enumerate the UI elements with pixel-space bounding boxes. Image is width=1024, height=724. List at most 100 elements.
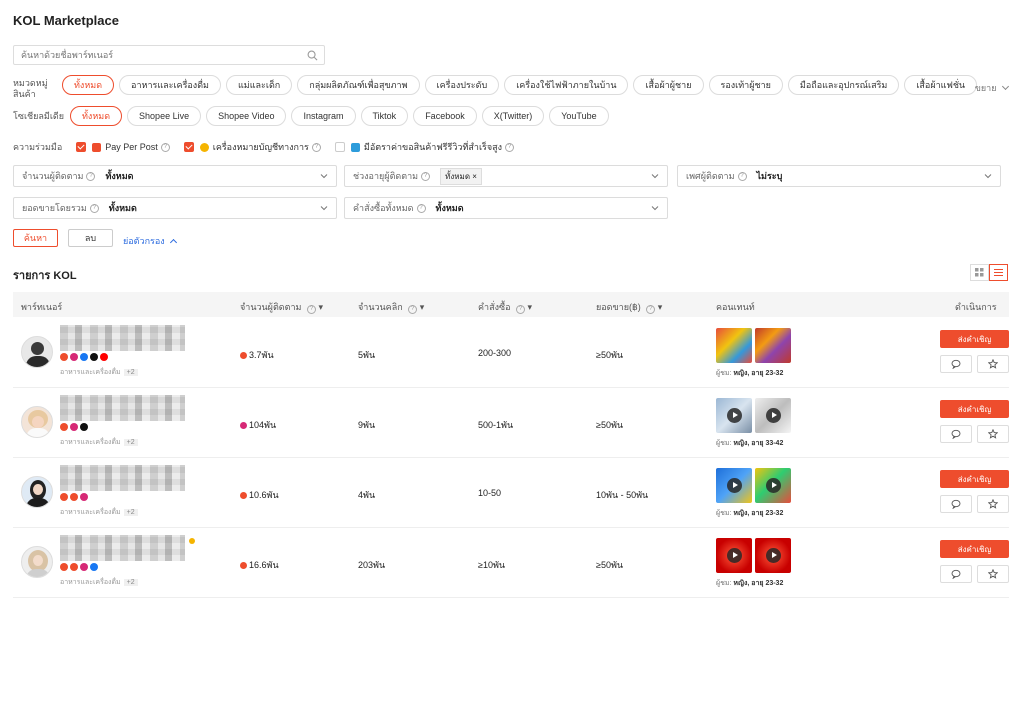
orders-filter[interactable]: คำสั่งซื้อทั้งหมด? ทั้งหมด bbox=[344, 197, 668, 219]
content-thumbnail[interactable] bbox=[755, 398, 791, 433]
search-input[interactable] bbox=[14, 46, 294, 64]
free-sample-icon bbox=[350, 142, 360, 152]
content-thumbnail[interactable] bbox=[716, 328, 752, 363]
free-sample-checkbox[interactable] bbox=[334, 142, 345, 152]
expand-categories[interactable]: ขยาย bbox=[975, 81, 1010, 95]
search-button[interactable]: ค้นหา bbox=[13, 229, 58, 247]
send-invite-button[interactable]: ส่งคำเชิญ bbox=[940, 330, 1009, 348]
search-icon[interactable] bbox=[307, 50, 318, 61]
favorite-button[interactable] bbox=[977, 495, 1009, 513]
social-instagram[interactable]: Instagram bbox=[291, 106, 356, 126]
social-shopee-live[interactable]: Shopee Live bbox=[127, 106, 202, 126]
chevron-down-icon bbox=[984, 174, 992, 179]
category-jewelry[interactable]: เครื่องประดับ bbox=[424, 75, 500, 95]
help-icon[interactable]: ? bbox=[646, 305, 656, 314]
header-label: จำนวนผู้ติดตาม bbox=[240, 302, 302, 312]
sort-icon[interactable]: ▾ bbox=[528, 302, 533, 312]
play-icon bbox=[727, 408, 742, 423]
partner-name-redacted bbox=[60, 395, 185, 421]
followers-value: 3.7พัน bbox=[249, 350, 274, 360]
social-all[interactable]: ทั้งหมด bbox=[70, 106, 123, 126]
partner-category: อาหารและเครื่องดื่ม +2 bbox=[60, 437, 138, 448]
category-mom-baby[interactable]: แม่และเด็ก bbox=[225, 75, 293, 95]
grid-view-icon[interactable] bbox=[970, 264, 989, 281]
social-youtube[interactable]: YouTube bbox=[549, 106, 609, 126]
category-health[interactable]: กลุ่มผลิตภัณฑ์เพื่อสุขภาพ bbox=[297, 75, 420, 95]
help-icon[interactable]: ? bbox=[416, 203, 426, 213]
social-twitter[interactable]: X(Twitter) bbox=[481, 106, 545, 126]
close-icon[interactable]: × bbox=[472, 172, 477, 181]
help-icon[interactable]: ? bbox=[160, 142, 170, 152]
social-tiktok[interactable]: Tiktok bbox=[360, 106, 409, 126]
send-invite-button[interactable]: ส่งคำเชิญ bbox=[940, 400, 1009, 418]
clear-button[interactable]: ลบ bbox=[68, 229, 113, 247]
content-thumbnail[interactable] bbox=[755, 538, 791, 573]
filter-label: เพศผู้ติดตาม bbox=[686, 171, 735, 181]
avatar[interactable] bbox=[21, 546, 53, 578]
pay-per-post-checkbox[interactable] bbox=[76, 142, 87, 152]
category-appliances[interactable]: เครื่องใช้ไฟฟ้าภายในบ้าน bbox=[504, 75, 629, 95]
official-badge-icon bbox=[199, 142, 209, 152]
header-sales[interactable]: ยอดขาย(฿) ? ▾ bbox=[596, 300, 662, 314]
content-thumbnail[interactable] bbox=[716, 538, 752, 573]
social-shopee-video[interactable]: Shopee Video bbox=[206, 106, 287, 126]
category-label: หมวดหมู่สินค้า bbox=[13, 78, 48, 99]
chat-button[interactable] bbox=[940, 355, 972, 373]
sort-icon[interactable]: ▾ bbox=[420, 302, 425, 312]
collapse-label: ย่อตัวกรอง bbox=[123, 236, 165, 246]
age-filter[interactable]: ช่วงอายุผู้ติดตาม? ทั้งหมด × bbox=[344, 165, 668, 187]
category-all[interactable]: ทั้งหมด bbox=[62, 75, 115, 95]
help-icon[interactable]: ? bbox=[421, 171, 431, 181]
content-thumbnail[interactable] bbox=[755, 328, 791, 363]
sort-icon[interactable]: ▾ bbox=[658, 302, 663, 312]
content-thumbnail[interactable] bbox=[716, 468, 752, 503]
help-icon[interactable]: ? bbox=[311, 142, 321, 152]
followers-filter[interactable]: จำนวนผู้ติดตาม? ทั้งหมด bbox=[13, 165, 337, 187]
favorite-button[interactable] bbox=[977, 355, 1009, 373]
favorite-button[interactable] bbox=[977, 425, 1009, 443]
category-fashion[interactable]: เสื้อผ้าแฟชั่น bbox=[904, 75, 978, 95]
category-food[interactable]: อาหารและเครื่องดื่ม bbox=[119, 75, 221, 95]
chat-button[interactable] bbox=[940, 425, 972, 443]
gender-filter[interactable]: เพศผู้ติดตาม? ไม่ระบุ bbox=[677, 165, 1001, 187]
category-mobile[interactable]: มือถือและอุปกรณ์เสริม bbox=[787, 75, 900, 95]
avatar[interactable] bbox=[21, 476, 53, 508]
help-icon[interactable]: ? bbox=[505, 142, 515, 152]
category-men-shoes[interactable]: รองเท้าผู้ชาย bbox=[708, 75, 783, 95]
official-account-checkbox[interactable] bbox=[183, 142, 194, 152]
collapse-filters-link[interactable]: ย่อตัวกรอง bbox=[123, 234, 178, 248]
avatar[interactable] bbox=[21, 336, 53, 368]
page-title: KOL Marketplace bbox=[13, 13, 119, 28]
header-clicks[interactable]: จำนวนคลิก ? ▾ bbox=[358, 300, 424, 314]
help-icon[interactable]: ? bbox=[737, 171, 747, 181]
partner-name-redacted bbox=[60, 325, 185, 351]
favorite-button[interactable] bbox=[977, 565, 1009, 583]
age-tag[interactable]: ทั้งหมด × bbox=[440, 167, 482, 185]
list-view-icon[interactable] bbox=[989, 264, 1008, 281]
chat-button[interactable] bbox=[940, 565, 972, 583]
header-followers[interactable]: จำนวนผู้ติดตาม ? ▾ bbox=[240, 300, 323, 314]
social-facebook[interactable]: Facebook bbox=[413, 106, 477, 126]
content-thumbnail[interactable] bbox=[716, 398, 752, 433]
tiktok-icon bbox=[80, 423, 88, 431]
chat-button[interactable] bbox=[940, 495, 972, 513]
help-icon[interactable]: ? bbox=[307, 305, 316, 314]
header-label: ยอดขาย(฿) bbox=[596, 302, 641, 312]
sales-cell: 10พัน - 50พัน bbox=[596, 490, 649, 500]
help-icon[interactable]: ? bbox=[408, 305, 418, 314]
content-thumbnail[interactable] bbox=[755, 468, 791, 503]
chevron-down-icon bbox=[651, 174, 659, 179]
send-invite-button[interactable]: ส่งคำเชิญ bbox=[940, 470, 1009, 488]
help-icon[interactable]: ? bbox=[89, 203, 99, 213]
avatar[interactable] bbox=[21, 406, 53, 438]
help-icon[interactable]: ? bbox=[86, 171, 96, 181]
send-invite-button[interactable]: ส่งคำเชิญ bbox=[940, 540, 1009, 558]
category-men-clothing[interactable]: เสื้อผ้าผู้ชาย bbox=[633, 75, 704, 95]
star-icon bbox=[988, 569, 998, 579]
sales-filter[interactable]: ยอดขายโดยรวม? ทั้งหมด bbox=[13, 197, 337, 219]
clicks-cell: 9พัน bbox=[358, 420, 376, 430]
sort-icon[interactable]: ▾ bbox=[319, 302, 324, 312]
header-orders[interactable]: คำสั่งซื้อ ? ▾ bbox=[478, 300, 532, 314]
help-icon[interactable]: ? bbox=[516, 305, 525, 314]
search-box[interactable] bbox=[13, 45, 325, 65]
